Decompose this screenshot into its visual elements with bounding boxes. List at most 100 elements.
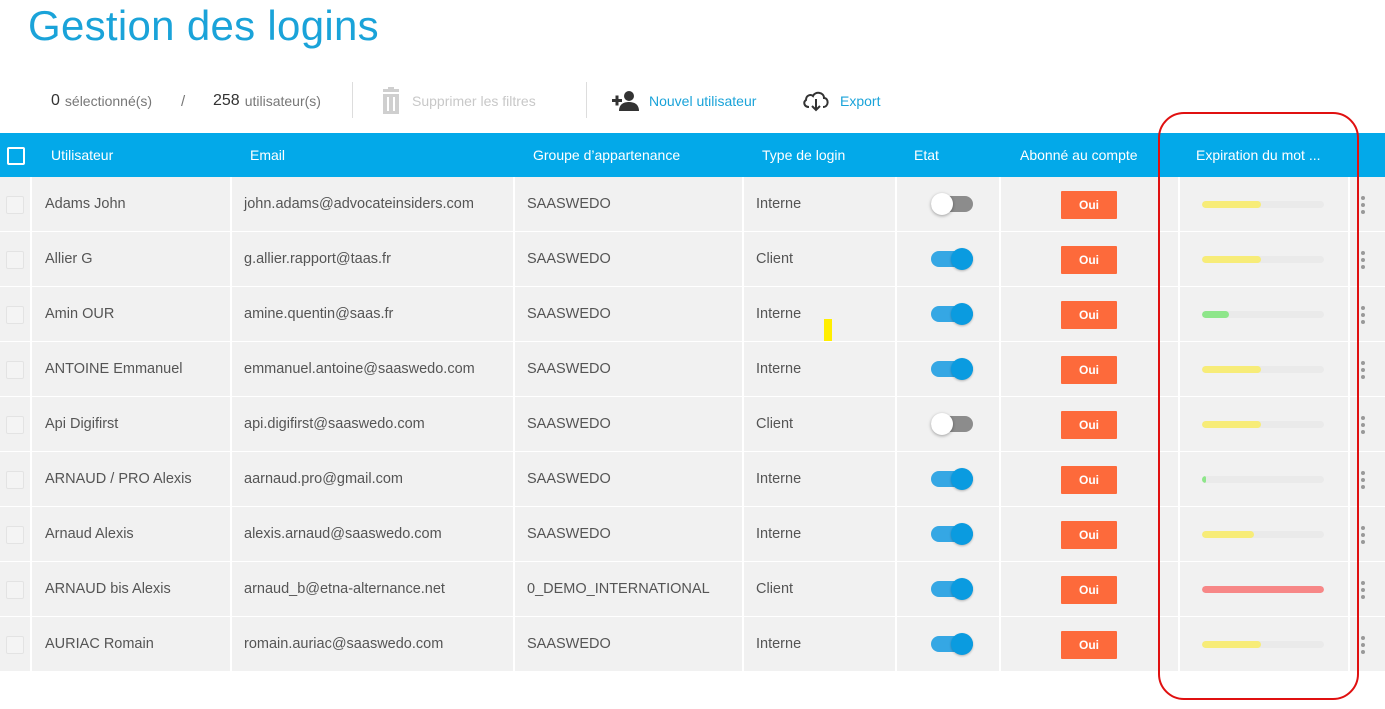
subscribed-badge[interactable]: Oui	[1061, 411, 1117, 439]
column-divider	[742, 562, 744, 616]
selected-count: 0	[51, 92, 60, 109]
column-divider	[1178, 232, 1180, 286]
more-options-icon[interactable]	[1360, 305, 1366, 325]
table-row[interactable]: ARNAUD bis Alexis arnaud_b@etna-alternanc…	[0, 562, 1385, 617]
column-header-email[interactable]: Email	[250, 133, 285, 177]
more-options-icon[interactable]	[1360, 195, 1366, 215]
table-row[interactable]: Adams John john.adams@advocateinsiders.co…	[0, 177, 1385, 232]
row-checkbox[interactable]	[6, 636, 24, 654]
cell-email: romain.auriac@saaswedo.com	[244, 636, 444, 652]
cell-user: Amin OUR	[45, 306, 115, 322]
column-header-login-type[interactable]: Type de login	[762, 133, 845, 177]
row-checkbox[interactable]	[6, 306, 24, 324]
subscribed-badge[interactable]: Oui	[1061, 466, 1117, 494]
subscribed-badge[interactable]: Oui	[1061, 356, 1117, 384]
cell-group: SAASWEDO	[527, 471, 611, 487]
column-divider	[30, 452, 32, 506]
column-divider	[230, 507, 232, 561]
state-toggle[interactable]	[931, 413, 973, 435]
more-options-icon[interactable]	[1360, 360, 1366, 380]
row-checkbox[interactable]	[6, 581, 24, 599]
state-toggle[interactable]	[931, 303, 973, 325]
table-row[interactable]: Amin OUR amine.quentin@saas.fr SAASWEDO Int…	[0, 287, 1385, 342]
column-header-user[interactable]: Utilisateur	[51, 133, 113, 177]
more-options-icon[interactable]	[1360, 415, 1366, 435]
column-header-subscribed[interactable]: Abonné au compte	[1020, 133, 1138, 177]
state-toggle[interactable]	[931, 578, 973, 600]
more-options-icon[interactable]	[1360, 250, 1366, 270]
column-header-state[interactable]: Etat	[914, 133, 939, 177]
cell-user: AURIAC Romain	[45, 636, 154, 652]
clear-filters-label: Supprimer les filtres	[412, 93, 536, 109]
cell-email: aarnaud.pro@gmail.com	[244, 471, 403, 487]
subscribed-badge[interactable]: Oui	[1061, 191, 1117, 219]
password-expiration-bar	[1202, 256, 1324, 263]
column-divider	[742, 397, 744, 451]
row-checkbox[interactable]	[6, 251, 24, 269]
password-expiration-bar	[1202, 641, 1324, 648]
password-expiration-bar	[1202, 586, 1324, 593]
subscribed-badge[interactable]: Oui	[1061, 631, 1117, 659]
cell-user: ARNAUD / PRO Alexis	[45, 471, 192, 487]
column-divider	[30, 397, 32, 451]
subscribed-badge[interactable]: Oui	[1061, 521, 1117, 549]
cell-user: Arnaud Alexis	[45, 526, 134, 542]
cell-group: SAASWEDO	[527, 196, 611, 212]
more-options-icon[interactable]	[1360, 525, 1366, 545]
row-checkbox[interactable]	[6, 416, 24, 434]
table-row[interactable]: ARNAUD / PRO Alexis aarnaud.pro@gmail.com…	[0, 452, 1385, 507]
more-options-icon[interactable]	[1360, 580, 1366, 600]
column-divider	[30, 232, 32, 286]
count-separator: /	[181, 80, 185, 122]
column-divider	[742, 452, 744, 506]
table-row[interactable]: Allier G g.allier.rapport@taas.fr SAASWEDO…	[0, 232, 1385, 287]
subscribed-badge[interactable]: Oui	[1061, 301, 1117, 329]
subscribed-badge[interactable]: Oui	[1061, 246, 1117, 274]
column-divider	[895, 342, 897, 396]
subscribed-badge[interactable]: Oui	[1061, 576, 1117, 604]
password-expiration-fill	[1202, 366, 1261, 373]
password-expiration-bar	[1202, 531, 1324, 538]
more-options-icon[interactable]	[1360, 470, 1366, 490]
table-row[interactable]: AURIAC Romain romain.auriac@saaswedo.com S…	[0, 617, 1385, 672]
column-divider	[999, 397, 1001, 451]
column-divider	[1178, 507, 1180, 561]
cell-login-type: Interne	[756, 306, 802, 322]
column-divider	[895, 397, 897, 451]
column-divider	[999, 342, 1001, 396]
toolbar: 0 sélectionné(s) / 258 utilisateur(s) Su…	[0, 80, 1385, 122]
row-checkbox[interactable]	[6, 471, 24, 489]
column-divider	[513, 177, 515, 231]
column-divider	[999, 617, 1001, 671]
row-checkbox[interactable]	[6, 196, 24, 214]
column-divider	[742, 507, 744, 561]
row-checkbox[interactable]	[6, 361, 24, 379]
state-toggle[interactable]	[931, 193, 973, 215]
column-header-password-expiration[interactable]: Expiration du mot ...	[1196, 133, 1321, 177]
table-row[interactable]: Api Digifirst api.digifirst@saaswedo.com S…	[0, 397, 1385, 452]
column-divider	[230, 452, 232, 506]
state-toggle[interactable]	[931, 468, 973, 490]
more-options-icon[interactable]	[1360, 635, 1366, 655]
clear-filters-button[interactable]: Supprimer les filtres	[380, 80, 536, 122]
cell-login-type: Interne	[756, 471, 802, 487]
new-user-button[interactable]: Nouvel utilisateur	[612, 80, 756, 122]
column-divider	[230, 287, 232, 341]
select-all-checkbox[interactable]	[7, 147, 25, 165]
row-checkbox[interactable]	[6, 526, 24, 544]
state-toggle[interactable]	[931, 633, 973, 655]
table-row[interactable]: ANTOINE Emmanuel emmanuel.antoine@saaswed…	[0, 342, 1385, 397]
export-button[interactable]: Export	[802, 80, 880, 122]
column-divider	[1178, 562, 1180, 616]
column-header-group[interactable]: Groupe d’appartenance	[533, 133, 680, 177]
column-divider	[30, 617, 32, 671]
column-divider	[513, 617, 515, 671]
table-row[interactable]: Arnaud Alexis alexis.arnaud@saaswedo.com S…	[0, 507, 1385, 562]
state-toggle[interactable]	[931, 523, 973, 545]
column-divider	[513, 287, 515, 341]
cell-login-type: Interne	[756, 196, 802, 212]
cell-group: SAASWEDO	[527, 361, 611, 377]
state-toggle[interactable]	[931, 358, 973, 380]
state-toggle[interactable]	[931, 248, 973, 270]
users-label: utilisateur(s)	[244, 93, 321, 109]
